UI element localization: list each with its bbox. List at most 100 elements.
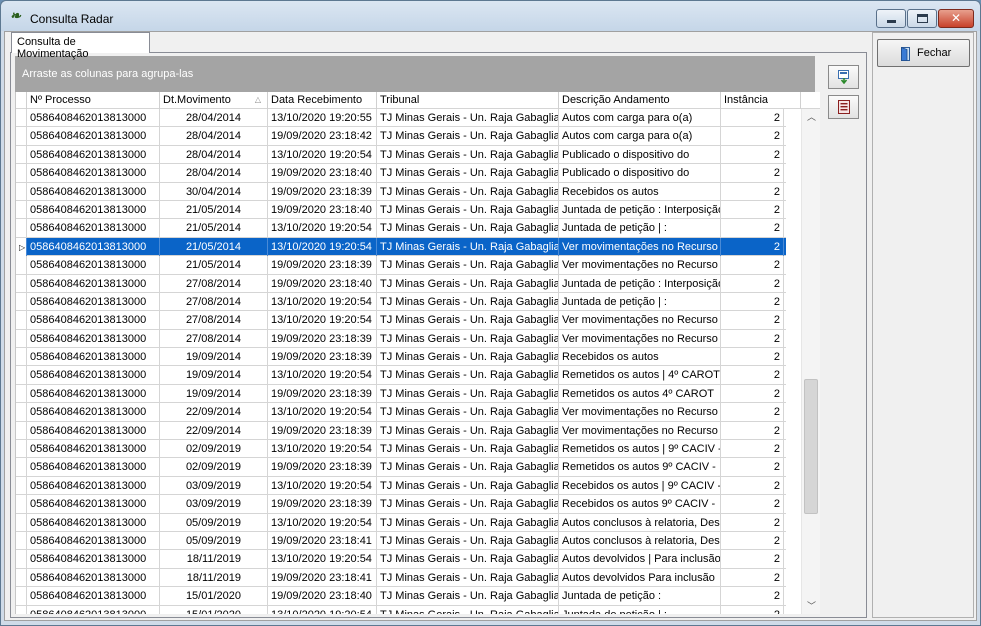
cell-dt-movimento[interactable]: 27/08/2014: [160, 292, 268, 311]
cell-tribunal[interactable]: TJ Minas Gerais - Un. Raja Gabaglia: [377, 348, 559, 367]
cell-instancia[interactable]: 2: [721, 329, 784, 348]
cell-instancia[interactable]: 2: [721, 292, 784, 311]
cell-instancia[interactable]: 2: [721, 145, 784, 164]
cell-data-recebimento[interactable]: 19/09/2020 23:18:40: [268, 200, 377, 219]
cell-tribunal[interactable]: TJ Minas Gerais - Un. Raja Gabaglia: [377, 476, 559, 495]
table-row[interactable]: 0586408462013813000 21/05/2014 19/09/2020 …: [16, 200, 786, 220]
row-indicator[interactable]: [16, 348, 27, 367]
cell-data-recebimento[interactable]: 19/09/2020 23:18:39: [268, 458, 377, 477]
cell-descricao[interactable]: Remetidos os autos | 9º CACIV -: [559, 440, 721, 459]
row-indicator[interactable]: [16, 274, 27, 293]
cell-descricao[interactable]: Juntada de petição : Interposição: [559, 274, 721, 293]
row-indicator[interactable]: [16, 109, 27, 127]
table-row[interactable]: 0586408462013813000 22/09/2014 13/10/2020 …: [16, 403, 786, 422]
row-indicator[interactable]: [16, 605, 27, 614]
scroll-down-arrow-icon[interactable]: ﹀: [802, 598, 820, 614]
cell-descricao[interactable]: Autos com carga para o(a): [559, 109, 721, 127]
cell-dt-movimento[interactable]: 28/04/2014: [160, 109, 268, 127]
cell-tribunal[interactable]: TJ Minas Gerais - Un. Raja Gabaglia: [377, 256, 559, 275]
cell-data-recebimento[interactable]: 19/09/2020 23:18:39: [268, 348, 377, 367]
table-row[interactable]: 0586408462013813000 28/04/2014 13/10/2020 …: [16, 145, 786, 165]
cell-processo[interactable]: 0586408462013813000: [27, 256, 160, 275]
row-indicator[interactable]: [16, 421, 27, 440]
cell-data-recebimento[interactable]: 19/09/2020 23:18:40: [268, 164, 377, 183]
cell-instancia[interactable]: 2: [721, 366, 784, 385]
cell-instancia[interactable]: 2: [721, 403, 784, 422]
cell-descricao[interactable]: Recebidos os autos: [559, 348, 721, 367]
cell-descricao[interactable]: Juntada de petição | :: [559, 605, 721, 614]
cell-dt-movimento[interactable]: 27/08/2014: [160, 274, 268, 293]
cell-descricao[interactable]: Juntada de petição :: [559, 587, 721, 606]
cell-dt-movimento[interactable]: 02/09/2019: [160, 458, 268, 477]
group-by-panel[interactable]: Arraste as colunas para agrupa-las: [15, 56, 815, 92]
cell-tribunal[interactable]: TJ Minas Gerais - Un. Raja Gabaglia: [377, 550, 559, 569]
table-row[interactable]: 0586408462013813000 03/09/2019 19/09/2020 …: [16, 495, 786, 514]
minimize-button[interactable]: [876, 9, 906, 28]
column-header-data-recebimento[interactable]: Data Recebimento: [268, 92, 377, 109]
table-row[interactable]: 0586408462013813000 28/04/2014 19/09/2020 …: [16, 164, 786, 183]
table-row[interactable]: 0586408462013813000 21/05/2014 13/10/2020 …: [16, 219, 786, 238]
cell-descricao[interactable]: Juntada de petição : Interposição: [559, 200, 721, 219]
export-excel-button[interactable]: [828, 65, 859, 89]
cell-descricao[interactable]: Ver movimentações no Recurso: [559, 256, 721, 275]
cell-data-recebimento[interactable]: 13/10/2020 19:20:54: [268, 403, 377, 422]
cell-processo[interactable]: 0586408462013813000: [27, 292, 160, 311]
row-indicator[interactable]: [16, 366, 27, 385]
cell-instancia[interactable]: 2: [721, 219, 784, 238]
cell-data-recebimento[interactable]: 13/10/2020 19:20:54: [268, 292, 377, 311]
cell-tribunal[interactable]: TJ Minas Gerais - Un. Raja Gabaglia: [377, 495, 559, 514]
cell-data-recebimento[interactable]: 19/09/2020 23:18:41: [268, 531, 377, 550]
cell-data-recebimento[interactable]: 19/09/2020 23:18:39: [268, 329, 377, 348]
cell-instancia[interactable]: 2: [721, 495, 784, 514]
cell-instancia[interactable]: 2: [721, 200, 784, 219]
cell-data-recebimento[interactable]: 13/10/2020 19:20:55: [268, 109, 377, 127]
cell-dt-movimento[interactable]: 15/01/2020: [160, 587, 268, 606]
print-report-button[interactable]: [828, 95, 859, 119]
tab-consulta-movimentacao[interactable]: Consulta de Movimentação: [11, 32, 150, 60]
cell-processo[interactable]: 0586408462013813000: [27, 366, 160, 385]
cell-dt-movimento[interactable]: 05/09/2019: [160, 531, 268, 550]
cell-processo[interactable]: 0586408462013813000: [27, 200, 160, 219]
table-row[interactable]: 0586408462013813000 21/05/2014 19/09/2020 …: [16, 256, 786, 275]
cell-tribunal[interactable]: TJ Minas Gerais - Un. Raja Gabaglia: [377, 200, 559, 219]
cell-descricao[interactable]: Autos devolvidos Para inclusão: [559, 568, 721, 587]
cell-descricao[interactable]: Recebidos os autos: [559, 182, 721, 201]
cell-instancia[interactable]: 2: [721, 127, 784, 146]
cell-dt-movimento[interactable]: 18/11/2019: [160, 568, 268, 587]
movements-grid[interactable]: Nº Processo Dt.Movimento △ Data Recebimen…: [15, 92, 820, 614]
cell-descricao[interactable]: Ver movimentações no Recurso: [559, 421, 721, 440]
cell-descricao[interactable]: Ver movimentações no Recurso: [559, 403, 721, 422]
column-header-processo[interactable]: Nº Processo: [27, 92, 160, 109]
table-row[interactable]: ▷ 0586408462013813000 21/05/2014 13/10/2020…: [16, 237, 786, 257]
column-header-instancia[interactable]: Instância: [721, 92, 801, 109]
cell-instancia[interactable]: 2: [721, 513, 784, 532]
row-indicator[interactable]: [16, 440, 27, 459]
row-indicator[interactable]: [16, 568, 27, 587]
cell-tribunal[interactable]: TJ Minas Gerais - Un. Raja Gabaglia: [377, 237, 559, 256]
row-indicator[interactable]: [16, 329, 27, 348]
cell-tribunal[interactable]: TJ Minas Gerais - Un. Raja Gabaglia: [377, 587, 559, 606]
table-row[interactable]: 0586408462013813000 27/08/2014 13/10/2020 …: [16, 292, 786, 312]
table-row[interactable]: 0586408462013813000 03/09/2019 13/10/2020 …: [16, 476, 786, 496]
cell-processo[interactable]: 0586408462013813000: [27, 421, 160, 440]
cell-processo[interactable]: 0586408462013813000: [27, 109, 160, 127]
table-row[interactable]: 0586408462013813000 27/08/2014 19/09/2020 …: [16, 329, 786, 349]
cell-tribunal[interactable]: TJ Minas Gerais - Un. Raja Gabaglia: [377, 403, 559, 422]
cell-tribunal[interactable]: TJ Minas Gerais - Un. Raja Gabaglia: [377, 458, 559, 477]
cell-tribunal[interactable]: TJ Minas Gerais - Un. Raja Gabaglia: [377, 605, 559, 614]
cell-processo[interactable]: 0586408462013813000: [27, 568, 160, 587]
cell-data-recebimento[interactable]: 13/10/2020 19:20:54: [268, 366, 377, 385]
cell-descricao[interactable]: Ver movimentações no Recurso: [559, 237, 721, 256]
cell-dt-movimento[interactable]: 28/04/2014: [160, 145, 268, 164]
cell-instancia[interactable]: 2: [721, 421, 784, 440]
cell-descricao[interactable]: Juntada de petição | :: [559, 219, 721, 238]
cell-tribunal[interactable]: TJ Minas Gerais - Un. Raja Gabaglia: [377, 531, 559, 550]
cell-descricao[interactable]: Ver movimentações no Recurso: [559, 311, 721, 330]
cell-processo[interactable]: 0586408462013813000: [27, 237, 160, 256]
cell-tribunal[interactable]: TJ Minas Gerais - Un. Raja Gabaglia: [377, 274, 559, 293]
cell-dt-movimento[interactable]: 18/11/2019: [160, 550, 268, 569]
row-indicator[interactable]: [16, 587, 27, 606]
cell-data-recebimento[interactable]: 19/09/2020 23:18:39: [268, 495, 377, 514]
cell-data-recebimento[interactable]: 19/09/2020 23:18:40: [268, 274, 377, 293]
cell-data-recebimento[interactable]: 19/09/2020 23:18:41: [268, 568, 377, 587]
